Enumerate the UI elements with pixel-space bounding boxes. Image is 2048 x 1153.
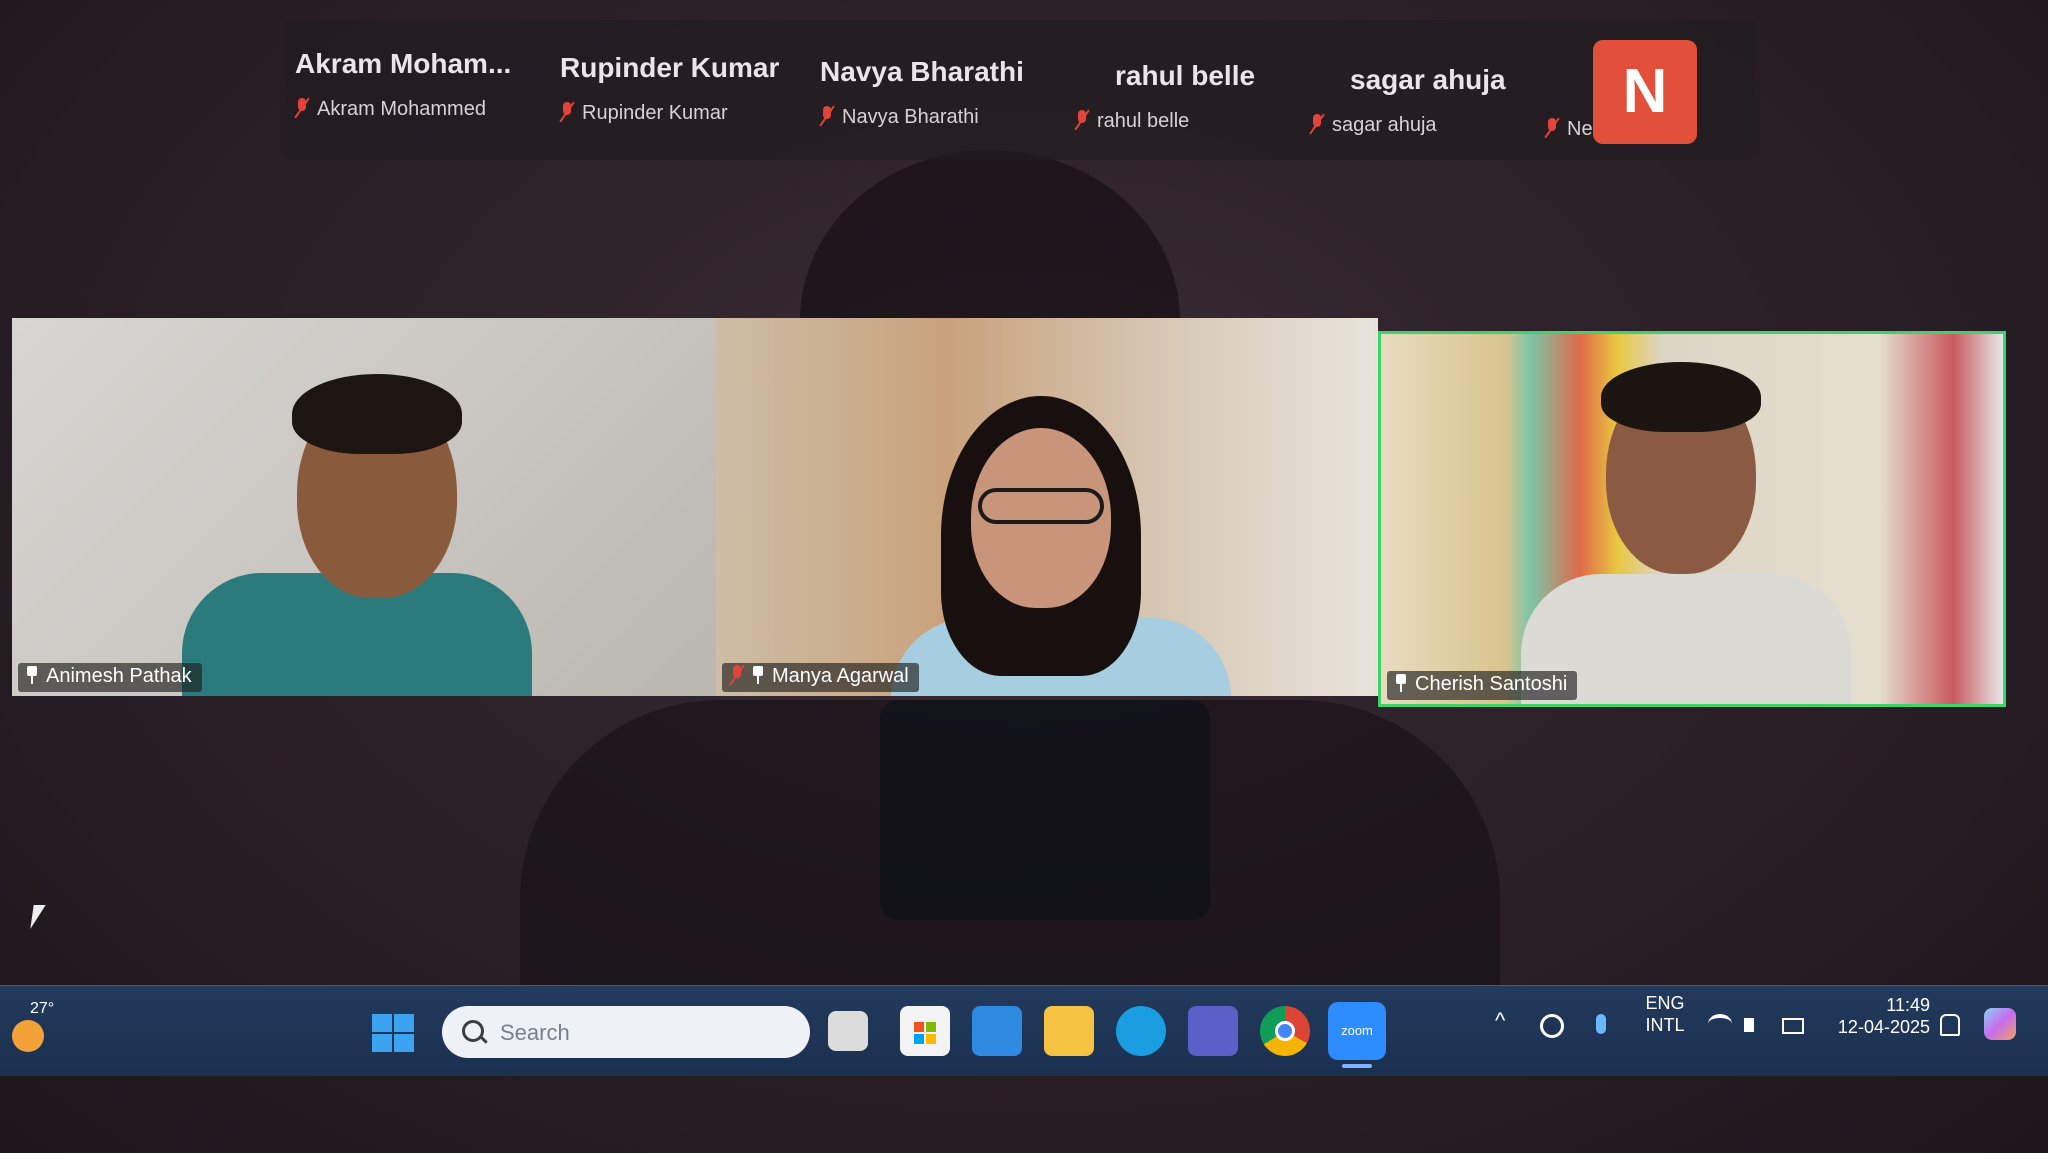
mic-off-icon xyxy=(1310,114,1324,134)
video-tile-active-speaker[interactable]: Cherish Santoshi xyxy=(1378,331,2006,707)
participant-video-hair xyxy=(1601,362,1761,432)
screen-reflection-phone xyxy=(880,700,1210,920)
participant-display-name: Akram Moham... xyxy=(295,48,512,79)
participant-name-tag: Animesh Pathak xyxy=(18,663,202,692)
mic-off-icon xyxy=(560,102,574,122)
file-explorer-icon[interactable] xyxy=(1044,1006,1094,1056)
glasses-icon xyxy=(978,488,1104,524)
mic-off-icon xyxy=(1075,110,1089,130)
mic-off-icon xyxy=(1545,118,1559,138)
participant-tile[interactable]: Rupinder Kumar Rupinder Kumar xyxy=(550,24,790,164)
participant-tile[interactable]: rahul belle rahul belle xyxy=(1065,32,1305,172)
pin-icon xyxy=(1395,674,1407,692)
sync-icon[interactable] xyxy=(1540,1014,1564,1038)
teams-icon[interactable] xyxy=(1188,1006,1238,1056)
mail-icon[interactable] xyxy=(972,1006,1022,1056)
microsoft-store-icon[interactable] xyxy=(900,1006,950,1056)
clock[interactable]: 11:49 12-04-2025 xyxy=(1820,994,1930,1038)
task-view-icon[interactable] xyxy=(828,1011,868,1051)
participant-label: Navya Bharathi xyxy=(820,106,979,129)
search-placeholder: Search xyxy=(500,1020,570,1045)
mouse-cursor-icon xyxy=(30,905,46,929)
participant-name-tag: Manya Agarwal xyxy=(722,663,919,692)
participant-tile[interactable]: sagar ahuja sagar ahuja xyxy=(1300,36,1540,176)
participant-display-name: Rupinder Kumar xyxy=(560,52,780,83)
screen: Akram Moham... Akram Mohammed Rupinder K… xyxy=(0,0,2048,1153)
participant-name-tag: Cherish Santoshi xyxy=(1387,671,1578,700)
participant-tile[interactable]: Navya Bharathi Navya Bharathi xyxy=(810,28,1050,168)
pin-icon xyxy=(26,666,38,684)
wifi-icon[interactable] xyxy=(1708,1014,1732,1034)
volume-icon[interactable] xyxy=(1744,1018,1754,1032)
video-tile[interactable]: Manya Agarwal xyxy=(716,318,1378,696)
participant-label: sagar ahuja xyxy=(1310,114,1437,137)
weather-icon xyxy=(12,1020,44,1052)
start-button[interactable] xyxy=(372,1014,416,1054)
windows-logo-icon xyxy=(372,1014,392,1032)
weather-widget[interactable]: 27° xyxy=(10,998,70,1058)
mic-off-icon xyxy=(730,665,744,685)
edge-icon[interactable] xyxy=(1116,1006,1166,1056)
mic-off-icon xyxy=(295,98,309,118)
participant-label: Rupinder Kumar xyxy=(560,102,728,125)
participant-strip: Akram Moham... Akram Mohammed Rupinder K… xyxy=(285,20,1755,160)
taskbar-search[interactable]: Search xyxy=(442,1006,810,1058)
participant-label: rahul belle xyxy=(1075,110,1189,133)
notification-bell-icon[interactable] xyxy=(1940,1014,1960,1036)
language-indicator[interactable]: ENG INTL xyxy=(1640,992,1690,1036)
participant-video-hair xyxy=(292,374,462,454)
copilot-icon[interactable] xyxy=(1984,1008,2016,1040)
mic-off-icon xyxy=(820,106,834,126)
pin-icon xyxy=(752,666,764,684)
battery-icon[interactable] xyxy=(1782,1018,1804,1034)
participant-label: Akram Mohammed xyxy=(295,98,486,121)
microphone-icon[interactable] xyxy=(1596,1014,1606,1034)
zoom-icon[interactable]: zoom xyxy=(1328,1002,1386,1060)
avatar: N xyxy=(1593,40,1697,144)
video-tile[interactable]: Animesh Pathak xyxy=(12,318,716,696)
taskbar: 27° Search zoom ^ ENG INTL 11:49 12-04-2… xyxy=(0,985,2048,1076)
weather-temp: 27° xyxy=(30,1000,55,1017)
chrome-icon[interactable] xyxy=(1260,1006,1310,1056)
search-icon xyxy=(462,1020,484,1042)
participant-display-name: Navya Bharathi xyxy=(820,56,1024,87)
active-app-indicator xyxy=(1342,1064,1372,1068)
participant-tile[interactable]: Akram Moham... Akram Mohammed xyxy=(285,20,525,160)
chevron-up-icon[interactable]: ^ xyxy=(1495,1008,1519,1033)
